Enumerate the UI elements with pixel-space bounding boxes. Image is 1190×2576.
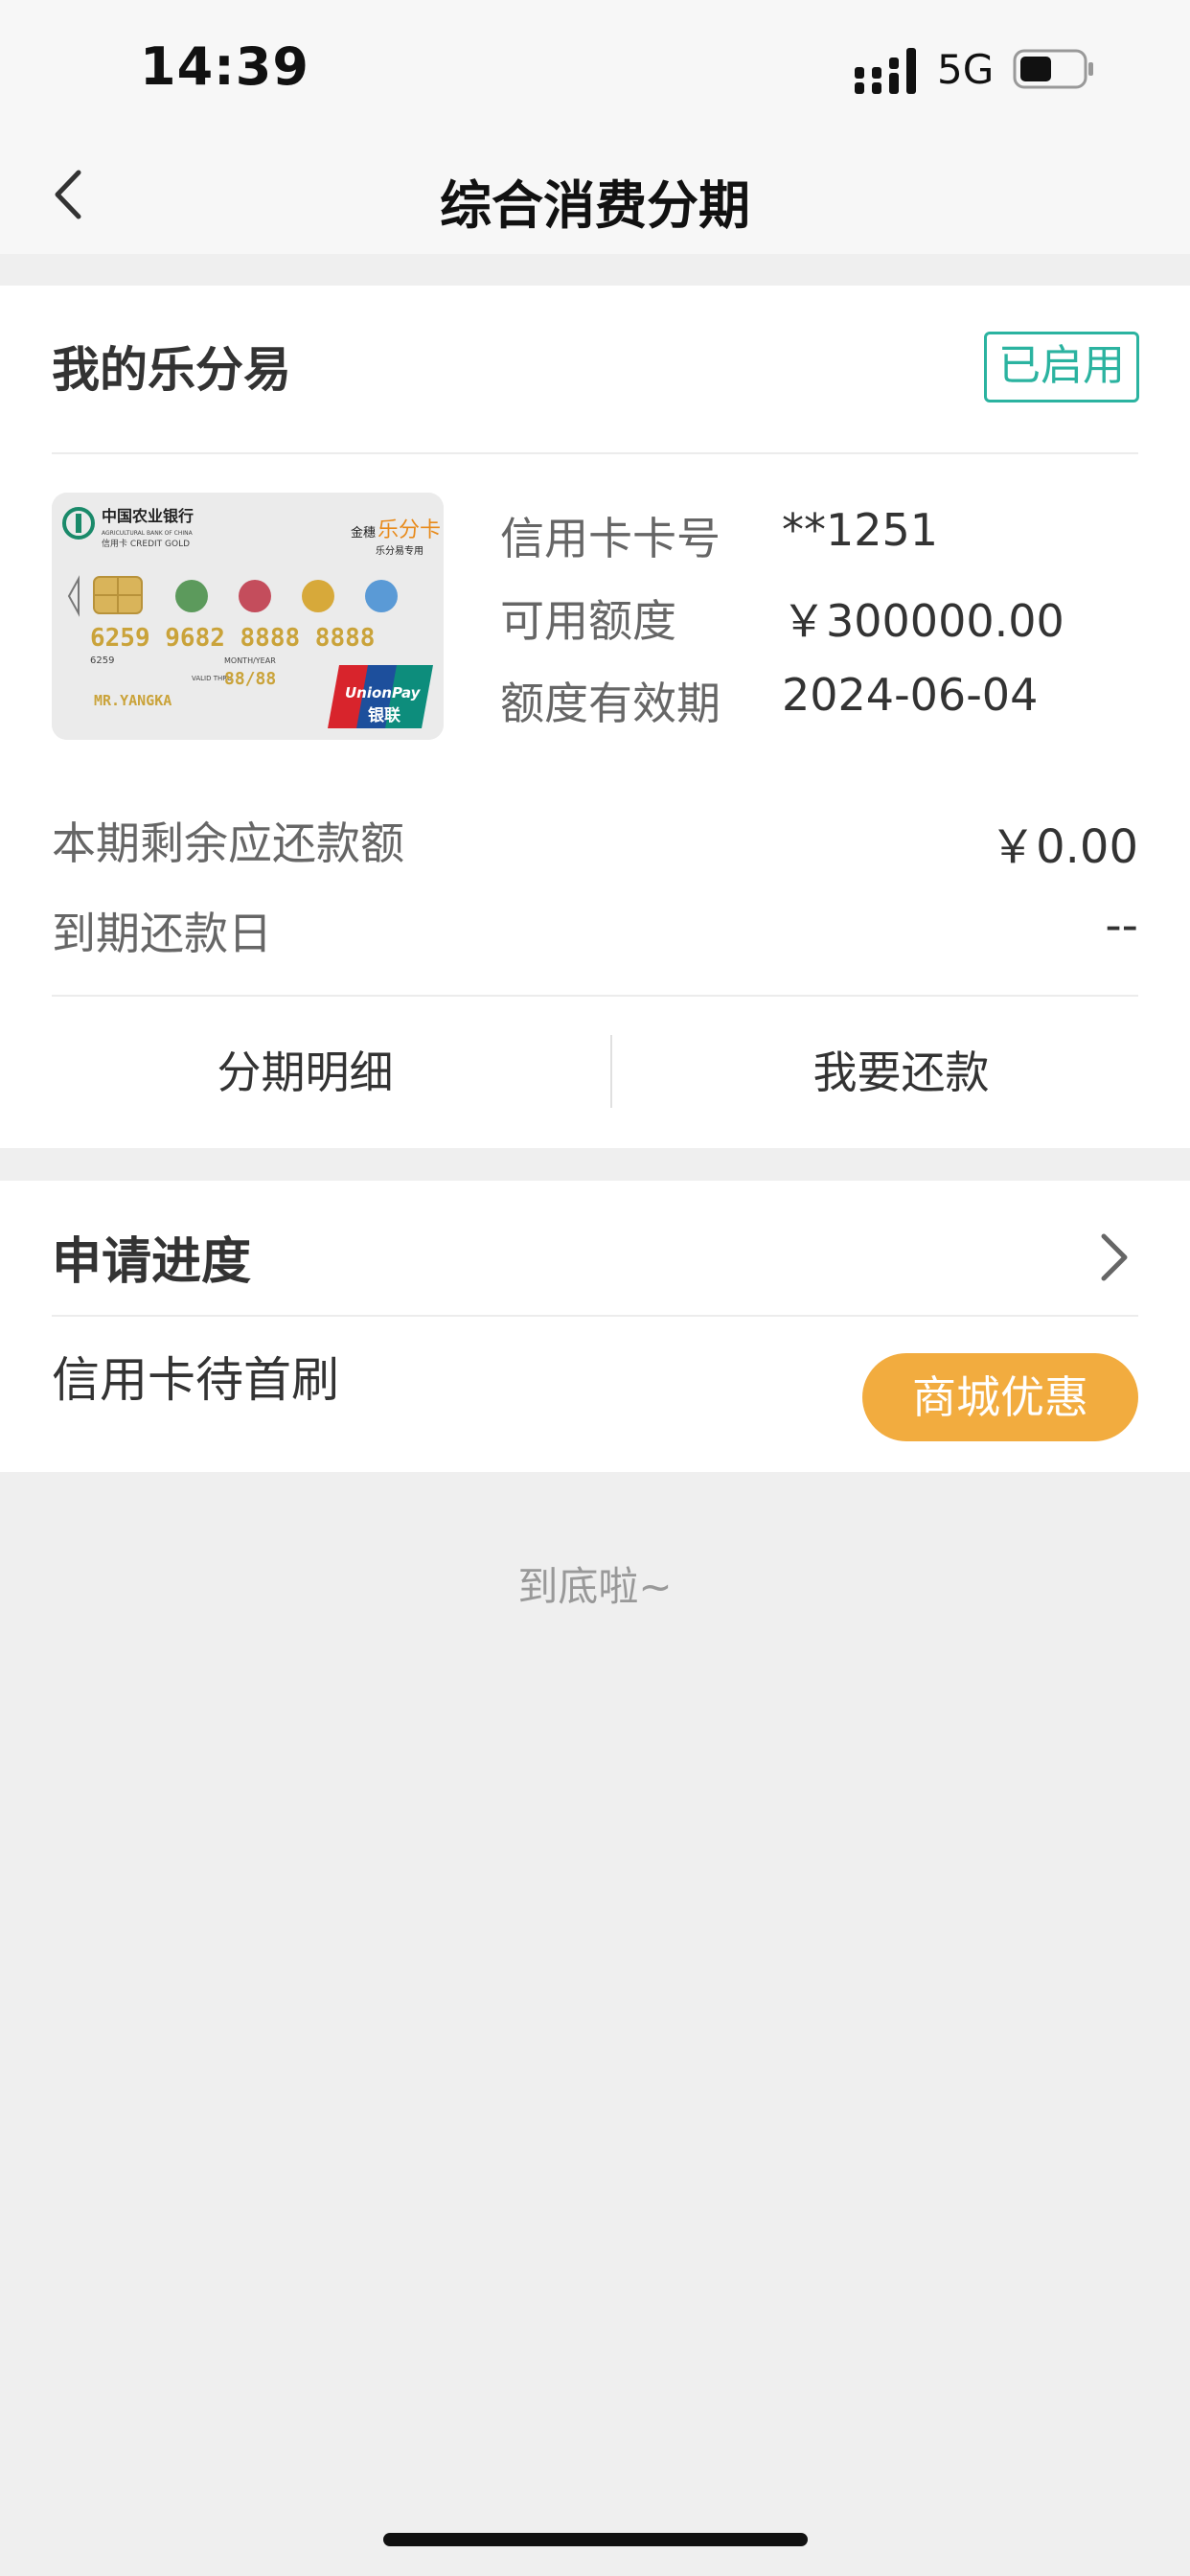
home-indicator[interactable] (383, 2533, 808, 2546)
progress-status: 信用卡待首刷 (52, 1352, 339, 1408)
credit-card-image: 中国农业银行 AGRICULTURAL BANK OF CHINA 信用卡 CR… (52, 493, 444, 740)
credit-card-graphic: 中国农业银行 AGRICULTURAL BANK OF CHINA 信用卡 CR… (52, 493, 444, 740)
credit-validity-value: 2024-06-04 (782, 669, 1039, 721)
status-bar: 14:39 5G (0, 0, 1190, 134)
due-date-value: -- (1105, 899, 1138, 953)
nav-bar: 综合消费分期 (0, 134, 1190, 254)
card-brand-prefix: 金穗 (351, 525, 376, 540)
progress-title[interactable]: 申请进度 (52, 1221, 251, 1293)
remaining-repayment-label: 本期剩余应还款额 (52, 817, 404, 869)
action-bar: 分期明细 我要还款 (0, 997, 1190, 1148)
zodiac-yellow-icon (302, 580, 334, 612)
network-label: 5G (937, 46, 995, 93)
card-holder: MR.YANGKA (94, 692, 172, 709)
plane-icon (365, 580, 398, 612)
battery-icon (1013, 49, 1093, 89)
available-credit-label: 可用额度 (500, 595, 676, 647)
unionpay-cn-text: 银联 (368, 705, 400, 725)
status-time: 14:39 (140, 36, 309, 97)
divider (52, 452, 1138, 454)
signal-icon (855, 48, 916, 94)
application-progress-section: 申请进度 信用卡待首刷 商城优惠 (0, 1181, 1190, 1472)
status-badge: 已启用 (984, 332, 1139, 402)
mall-discount-button[interactable]: 商城优惠 (862, 1353, 1138, 1441)
card-number-label: 信用卡卡号 (500, 513, 721, 564)
installment-card-section: 我的乐分易 已启用 中国农业银行 AGRICULTURAL BANK OF CH… (0, 286, 1190, 1148)
card-number-value: **1251 (782, 504, 939, 556)
card-month-year-label: MONTH/YEAR (224, 656, 276, 665)
zodiac-green-icon (175, 580, 208, 612)
section-title: 我的乐分易 (52, 342, 291, 398)
due-date-label: 到期还款日 (52, 908, 272, 959)
page-title: 综合消费分期 (440, 175, 750, 236)
card-valid-value: 88/88 (224, 669, 276, 689)
remaining-repayment-value: ￥0.00 (990, 820, 1138, 874)
installment-detail-button[interactable]: 分期明细 (0, 997, 610, 1148)
card-bank-name: 中国农业银行 (102, 507, 194, 525)
available-credit-value: ￥300000.00 (782, 595, 1064, 647)
zodiac-red-icon (239, 580, 271, 612)
divider (52, 1315, 1138, 1317)
unionpay-text: UnionPay (345, 684, 422, 702)
card-bin: 6259 (90, 656, 114, 666)
card-brand-sub: 乐分易专用 (376, 544, 423, 557)
end-of-list-text: 到底啦~ (517, 1563, 673, 1610)
repay-button[interactable]: 我要还款 (612, 997, 1190, 1148)
chevron-right-icon[interactable] (1094, 1227, 1133, 1288)
card-line: 信用卡 CREDIT GOLD (102, 538, 190, 549)
card-number: 6259 9682 8888 8888 (90, 624, 375, 653)
unionpay-logo-icon: UnionPay 银联 (328, 665, 433, 728)
card-brand: 乐分卡 (378, 518, 441, 542)
card-bank-name-en: AGRICULTURAL BANK OF CHINA (102, 530, 194, 537)
credit-validity-label: 额度有效期 (500, 678, 721, 729)
